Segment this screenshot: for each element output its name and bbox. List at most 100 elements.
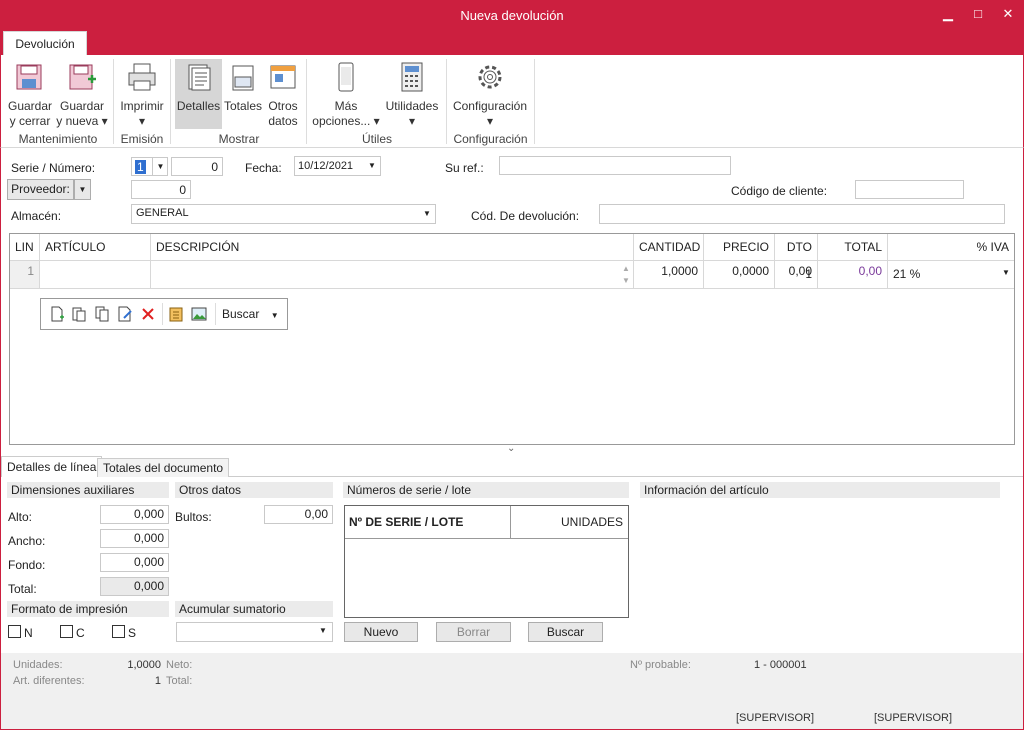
edit-line-icon[interactable] (117, 306, 133, 322)
more-options-label-1: Más (334, 99, 358, 113)
bultos-field[interactable]: 0,00 (264, 505, 333, 524)
fecha-label: Fecha: (245, 161, 282, 175)
row-precio[interactable]: 0,0000 (704, 261, 775, 289)
tab-detalles-linea[interactable]: Detalles de línea (1, 456, 103, 477)
more-options-button[interactable]: Más opciones... ▾ (311, 61, 381, 129)
column-header-total[interactable]: TOTAL (818, 234, 888, 261)
codigo-cliente-label: Código de cliente: (731, 184, 828, 198)
gear-icon (478, 65, 502, 89)
save-close-button[interactable]: Guardar y cerrar (7, 61, 53, 129)
totals-button[interactable]: Totales (223, 61, 263, 114)
acumular-select[interactable]: ▼ (176, 622, 333, 642)
other-data-button[interactable]: Otros datos (264, 61, 302, 129)
column-header-dto1[interactable]: DTO 1 (775, 234, 818, 281)
insert-line-icon[interactable] (71, 306, 87, 322)
fecha-field[interactable]: 10/12/2021 ▼ (294, 156, 381, 176)
save-new-button[interactable]: Guardar y nueva ▾ (56, 61, 108, 129)
row-descripcion[interactable] (151, 261, 634, 289)
other-data-label-1: Otros (268, 99, 298, 113)
title-bar: Nueva devolución ▁ □ ✕ (0, 0, 1024, 31)
utilities-label: Utilidades (385, 99, 439, 113)
proveedor-field[interactable]: 0 (131, 180, 191, 199)
separator (446, 59, 447, 144)
more-options-label-2: opciones... ▾ (312, 114, 380, 128)
tab-totales-documento[interactable]: Totales del documento (97, 458, 230, 477)
checkbox-c[interactable] (60, 625, 73, 638)
configuration-dropdown-arrow: ▾ (486, 114, 494, 128)
proveedor-button[interactable]: Proveedor: (7, 179, 74, 200)
save-close-icon (16, 64, 42, 90)
checkbox-s[interactable] (112, 625, 125, 638)
totals-icon (232, 65, 254, 91)
n-probable-label: Nº probable: (630, 659, 691, 671)
other-data-label-2: datos (268, 114, 298, 128)
close-button[interactable]: ✕ (1000, 6, 1016, 22)
group-mostrar: Mostrar (218, 132, 260, 146)
image-icon[interactable] (191, 306, 207, 322)
ancho-field[interactable]: 0,000 (100, 529, 169, 548)
tab-devolucion[interactable]: Devolución (3, 31, 87, 55)
series-table: Nº DE SERIE / LOTE UNIDADES (344, 505, 629, 618)
series-col-header[interactable]: Nº DE SERIE / LOTE (345, 506, 511, 539)
fondo-field[interactable]: 0,000 (100, 553, 169, 572)
group-utiles: Útiles (361, 132, 392, 146)
column-header-cantidad[interactable]: CANTIDAD (634, 234, 704, 261)
unidades-label: Unidades: (13, 659, 63, 671)
column-header-articulo[interactable]: ARTÍCULO (40, 234, 151, 261)
nuevo-button[interactable]: Nuevo (344, 622, 418, 642)
minimize-button[interactable]: ▁ (940, 6, 956, 22)
column-header-precio[interactable]: PRECIO (704, 234, 775, 261)
cod-devolucion-field[interactable] (599, 204, 1005, 224)
separator (170, 59, 171, 144)
notes-icon[interactable] (168, 306, 184, 322)
almacen-select[interactable]: GENERAL ▼ (131, 204, 436, 224)
utilities-button[interactable]: Utilidades ▾ (383, 61, 441, 129)
row-cantidad[interactable]: 1,0000 (634, 261, 704, 289)
serie-select[interactable]: 1 ▼ (131, 157, 168, 176)
alto-field[interactable]: 0,000 (100, 505, 169, 524)
calendar-dropdown-icon[interactable]: ▼ (364, 157, 380, 175)
buscar-button[interactable]: Buscar (528, 622, 603, 642)
ribbon: Guardar y cerrar Guardar y nueva ▾ Mante… (0, 55, 1024, 148)
window-border-left (0, 148, 1, 653)
buscar-dropdown-button[interactable]: Buscar ▼ (222, 307, 279, 321)
column-header-iva[interactable]: % IVA (888, 234, 1014, 261)
chevron-down-icon: ▼ (319, 626, 327, 635)
unidades-value: 1,0000 (127, 659, 161, 671)
checkbox-n-label: N (24, 626, 33, 640)
print-button[interactable]: Imprimir ▾ (118, 61, 166, 129)
save-new-label-1: Guardar (59, 99, 105, 113)
configuration-button[interactable]: Configuración ▾ (450, 61, 530, 129)
copy-line-icon[interactable] (94, 306, 110, 322)
serie-label: Serie / Número: (11, 161, 96, 175)
fecha-value: 10/12/2021 (298, 160, 354, 172)
details-button[interactable]: Detalles (175, 59, 222, 129)
row-iva-select[interactable]: 21 % ▼ (888, 261, 1014, 289)
column-header-descripcion[interactable]: DESCRIPCIÓN (151, 234, 634, 261)
row-articulo[interactable] (40, 261, 151, 289)
ancho-label: Ancho: (8, 534, 46, 548)
total-dimension-value: 0,000 (100, 577, 169, 596)
units-col-header[interactable]: UNIDADES (511, 506, 628, 539)
art-diferentes-label: Art. diferentes: (13, 675, 85, 687)
almacen-value: GENERAL (136, 207, 189, 219)
su-ref-field[interactable] (499, 156, 731, 175)
new-line-icon[interactable] (49, 306, 65, 322)
details-label: Detalles (176, 99, 221, 113)
mobile-icon (338, 62, 354, 92)
separator (162, 303, 163, 325)
checkbox-n[interactable] (8, 625, 21, 638)
proveedor-dropdown-icon[interactable]: ▼ (74, 179, 91, 200)
row-dto1[interactable]: 0,00 (775, 261, 818, 289)
numero-field[interactable]: 0 (171, 157, 223, 176)
printer-icon (128, 63, 156, 91)
codigo-cliente-field[interactable] (855, 180, 964, 199)
maximize-button[interactable]: □ (970, 6, 986, 22)
collapse-chevron-icon[interactable]: ⌄ (507, 443, 515, 454)
delete-line-icon[interactable] (140, 306, 156, 322)
column-header-lin[interactable]: LIN (10, 234, 40, 261)
separator (534, 59, 535, 144)
chevron-down-icon: ▼ (270, 311, 279, 320)
borrar-button[interactable]: Borrar (436, 622, 511, 642)
description-scroll-icon[interactable]: ▲ ▼ (620, 263, 632, 287)
